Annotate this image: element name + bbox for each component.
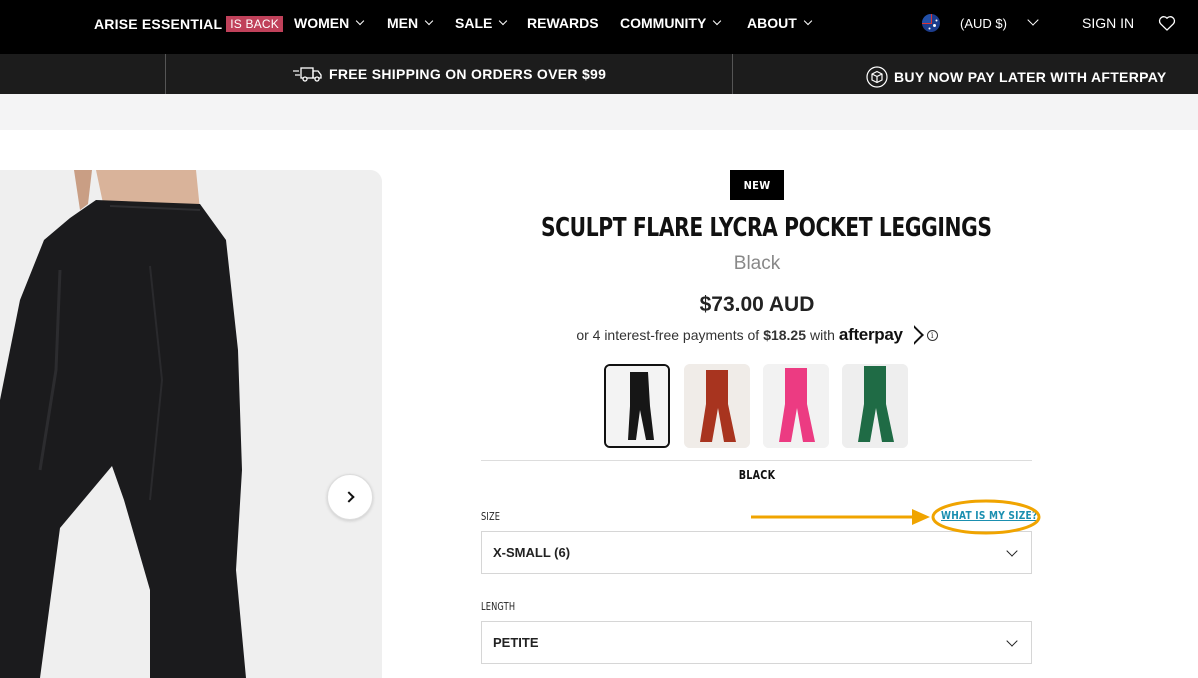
nav-community[interactable]: COMMUNITY xyxy=(620,15,722,31)
installment-with: with xyxy=(810,327,835,343)
installment-prefix: or 4 interest-free payments of xyxy=(576,327,760,343)
nav-about-label: ABOUT xyxy=(747,15,797,31)
promo-shipping: FREE SHIPPING ON ORDERS OVER $99 xyxy=(293,66,606,82)
product-image xyxy=(0,170,382,678)
sign-in-link[interactable]: SIGN IN xyxy=(1082,15,1134,31)
new-badge: NEW xyxy=(730,170,784,200)
length-label: LENGTH xyxy=(481,600,516,613)
australia-flag-icon[interactable] xyxy=(922,14,940,32)
brand-badge: IS BACK xyxy=(226,16,283,32)
nav-rewards-label: REWARDS xyxy=(527,15,599,31)
currency-selector[interactable]: (AUD $) xyxy=(960,16,1007,31)
length-select-value: PETITE xyxy=(493,635,539,650)
chevron-down-icon xyxy=(355,16,365,26)
breadcrumb-strip xyxy=(0,94,1198,130)
product-photo-illustration xyxy=(0,170,382,678)
chevron-down-icon xyxy=(1006,545,1018,557)
delivery-truck-icon xyxy=(293,67,322,82)
brand-logo[interactable]: ARISE ESSENTIAL IS BACK xyxy=(94,16,283,32)
color-swatch-green[interactable] xyxy=(842,364,908,448)
product-price: $73.00 AUD xyxy=(699,293,815,316)
installment-amount: $18.25 xyxy=(763,327,807,343)
brand-name: ARISE ESSENTIAL xyxy=(94,16,223,32)
chevron-down-icon xyxy=(1006,635,1018,647)
chevron-down-icon xyxy=(499,16,508,26)
nav-sale-label: SALE xyxy=(455,15,493,31)
promo-afterpay: BUY NOW PAY LATER WITH AFTERPAY xyxy=(866,66,1166,88)
nav-women-label: WOMEN xyxy=(294,15,350,31)
product-color-name: Black xyxy=(733,253,781,274)
nav-women[interactable]: WOMEN xyxy=(294,15,365,31)
nav-sale[interactable]: SALE xyxy=(455,15,508,31)
heart-icon[interactable] xyxy=(1157,13,1177,33)
promo-afterpay-text: BUY NOW PAY LATER WITH AFTERPAY xyxy=(894,69,1167,85)
nav-rewards[interactable]: REWARDS xyxy=(527,15,599,31)
top-navigation: ARISE ESSENTIAL IS BACK WOMEN MEN SALE R… xyxy=(0,0,1198,54)
nav-about[interactable]: ABOUT xyxy=(747,15,813,31)
nav-community-label: COMMUNITY xyxy=(620,15,707,31)
size-guide-link[interactable]: WHAT IS MY SIZE? xyxy=(941,509,1037,522)
promo-divider xyxy=(165,54,166,94)
info-icon[interactable]: i xyxy=(926,329,938,341)
product-title: SCULPT FLARE LYCRA POCKET LEGGINGS xyxy=(540,213,992,243)
annotation-arrow-head xyxy=(912,509,930,525)
size-select-value: X-SMALL (6) xyxy=(493,545,571,560)
afterpay-installments: or 4 interest-free payments of $18.25 wi… xyxy=(480,325,1034,345)
swatch-image xyxy=(763,364,829,448)
chevron-down-icon xyxy=(803,16,813,26)
selected-color-label: BLACK xyxy=(738,468,776,482)
divider xyxy=(481,460,1032,461)
chevron-down-icon[interactable] xyxy=(1027,14,1039,26)
promo-bar: FREE SHIPPING ON ORDERS OVER $99 BUY NOW… xyxy=(0,54,1198,94)
afterpay-arrow-icon xyxy=(903,325,924,345)
swatch-image xyxy=(684,364,750,448)
package-icon xyxy=(866,66,888,88)
promo-shipping-text: FREE SHIPPING ON ORDERS OVER $99 xyxy=(329,66,607,82)
afterpay-logo: afterpay xyxy=(838,325,903,344)
size-label: SIZE xyxy=(481,510,501,523)
color-swatch-rust[interactable] xyxy=(684,364,750,448)
chevron-down-icon xyxy=(424,16,434,26)
next-image-button[interactable] xyxy=(327,474,373,520)
chevron-right-icon xyxy=(342,491,355,503)
swatch-image xyxy=(606,366,668,446)
color-swatch-pink[interactable] xyxy=(763,364,829,448)
size-select[interactable]: X-SMALL (6) xyxy=(481,531,1032,574)
promo-divider xyxy=(732,54,733,94)
chevron-down-icon xyxy=(713,16,722,26)
color-swatch-black[interactable] xyxy=(604,364,670,448)
swatch-image xyxy=(842,364,908,448)
nav-men-label: MEN xyxy=(387,15,419,31)
nav-men[interactable]: MEN xyxy=(387,15,434,31)
length-select[interactable]: PETITE xyxy=(481,621,1032,664)
